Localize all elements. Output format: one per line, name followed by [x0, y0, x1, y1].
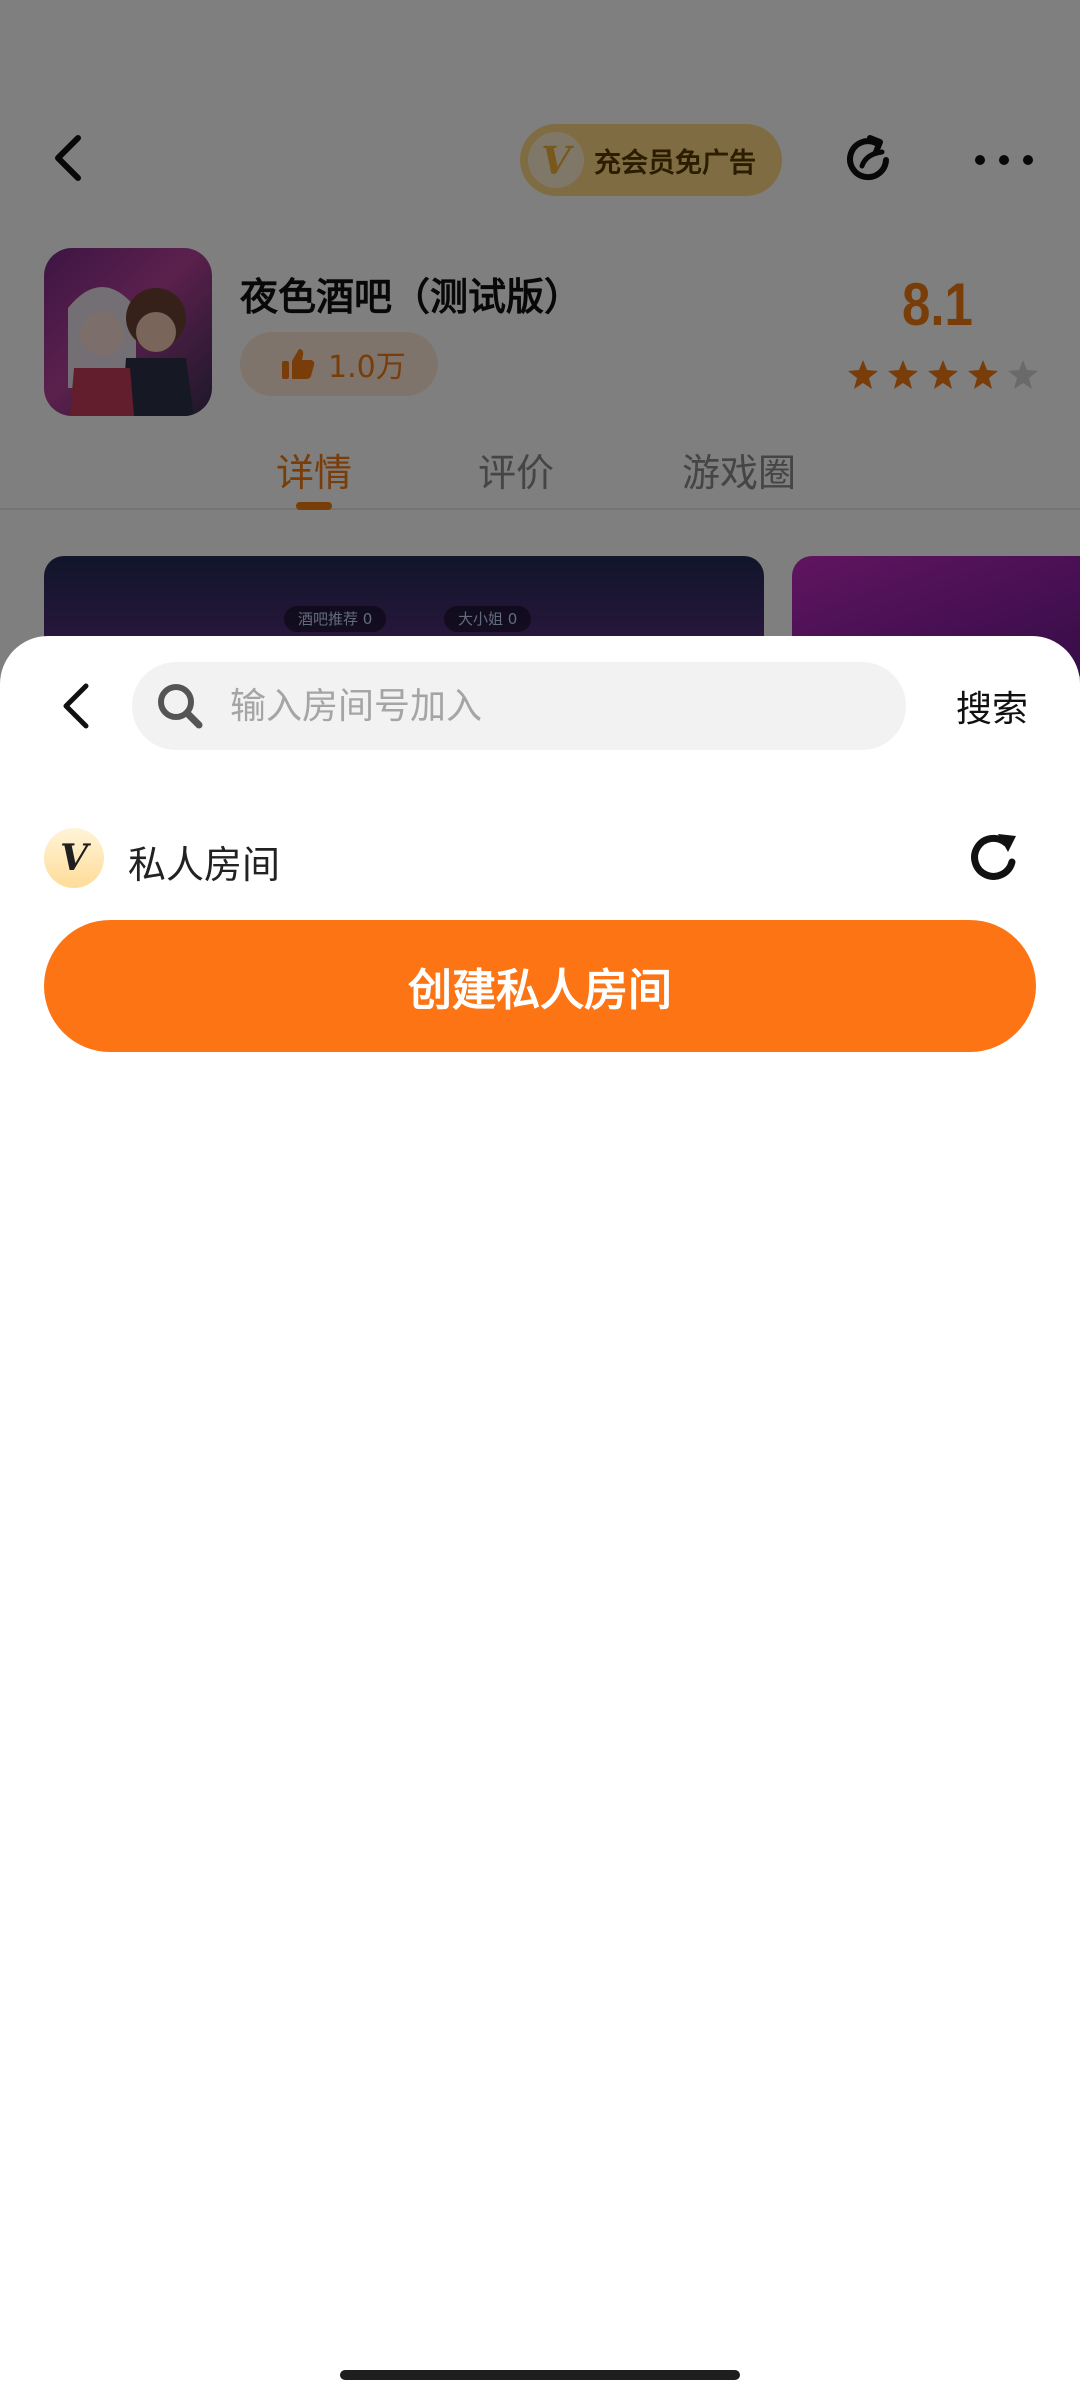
- room-sheet: 搜索 V 私人房间 创建私人房间: [0, 636, 1080, 2400]
- vip-badge-icon: V: [44, 828, 104, 888]
- private-room-row: V 私人房间: [44, 826, 1036, 890]
- search-icon: [158, 684, 203, 729]
- home-indicator[interactable]: [340, 2370, 740, 2380]
- room-number-input[interactable]: [230, 685, 870, 727]
- create-private-room-button[interactable]: 创建私人房间: [44, 920, 1036, 1052]
- search-button[interactable]: 搜索: [956, 680, 1028, 732]
- private-room-label: 私人房间: [128, 843, 281, 887]
- refresh-icon[interactable]: [962, 826, 1026, 890]
- search-bar[interactable]: [132, 662, 906, 750]
- back-icon[interactable]: [52, 680, 104, 732]
